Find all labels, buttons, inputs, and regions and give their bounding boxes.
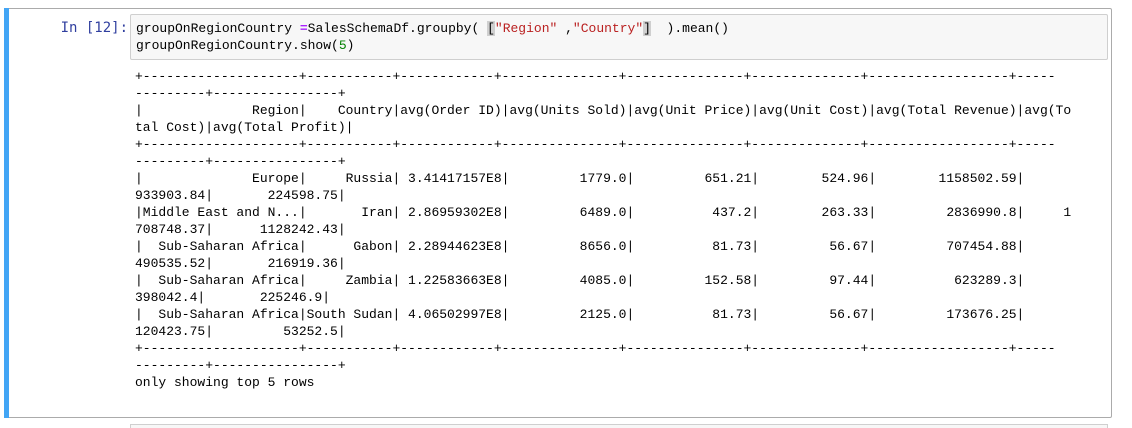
table-border: +--------------------+-----------+------… [135,341,1056,373]
input-prompt: In [12]: [60,20,128,36]
code-input-area[interactable]: groupOnRegionCountry =SalesSchemaDf.grou… [130,14,1108,60]
code-token: groupOnRegionCountry [136,21,300,36]
code-token: , [557,21,573,36]
table-row: | Sub-Saharan Africa| Gabon| 2.28944623E… [135,239,1025,271]
code-token: groupOnRegionCountry.show( [136,38,339,53]
table-row: | Sub-Saharan Africa|South Sudan| 4.0650… [135,307,1025,339]
table-row: | Europe| Russia| 3.41417157E8| 1779.0| … [135,171,1025,203]
cell-output: +--------------------+-----------+------… [135,68,1071,391]
code-editor[interactable]: groupOnRegionCountry =SalesSchemaDf.grou… [136,20,729,54]
code-token: ) [346,38,355,53]
code-token: ).mean() [650,21,729,36]
table-row: |Middle East and N...| Iran| 2.86959302E… [135,205,1072,237]
code-bracket-highlight: [ [487,21,495,36]
code-string: "Region" [494,21,558,36]
cell-selection-indicator [4,8,9,418]
code-operator: = [299,21,308,36]
code-bracket-highlight: ] [643,21,651,36]
table-header: | Region| Country|avg(Order ID)|avg(Unit… [135,103,1072,135]
table-row: | Sub-Saharan Africa| Zambia| 1.22583663… [135,273,1025,305]
table-border: +--------------------+-----------+------… [135,69,1056,101]
code-string: "Country" [572,21,644,36]
table-border: +--------------------+-----------+------… [135,137,1056,169]
code-token: SalesSchemaDf.groupby( [307,21,488,36]
code-number: 5 [338,38,347,53]
output-footer: only showing top 5 rows [135,375,315,390]
next-notebook-cell[interactable] [130,424,1108,428]
